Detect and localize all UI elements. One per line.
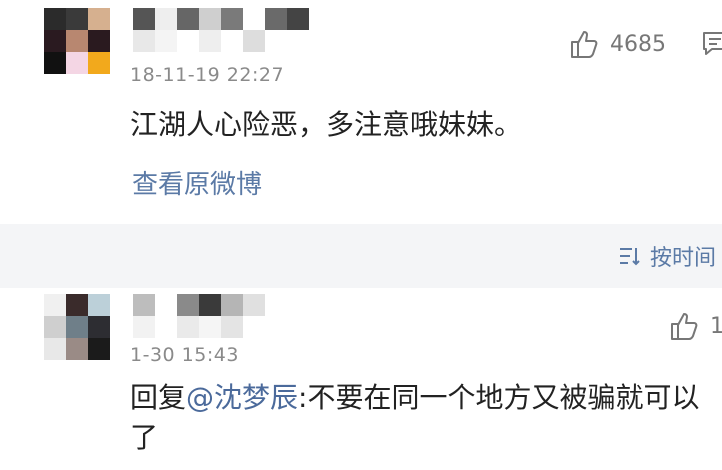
- comment-timestamp: 18-11-19 22:27: [130, 64, 285, 86]
- sort-label: 按时间: [650, 246, 717, 271]
- mention-link[interactable]: @沈梦辰: [186, 381, 298, 414]
- username-row-2: [133, 316, 243, 338]
- thumbs-up-icon: [571, 31, 598, 58]
- sort-icon: [620, 248, 640, 266]
- username[interactable]: [133, 294, 265, 316]
- like-button[interactable]: 4685: [568, 28, 666, 60]
- like-count: 1: [710, 313, 722, 339]
- comment-timestamp: 1-30 15:43: [130, 344, 239, 366]
- username[interactable]: [133, 8, 309, 30]
- avatar[interactable]: [44, 8, 110, 74]
- comment-text: 江湖人心险恶，多注意哦妹妹。: [130, 108, 523, 141]
- username-row-2: [133, 30, 265, 52]
- like-count: 4685: [610, 31, 666, 57]
- view-original-link[interactable]: 查看原微博: [132, 164, 262, 201]
- thumbs-up-icon: [671, 313, 698, 340]
- avatar[interactable]: [44, 294, 110, 360]
- like-button[interactable]: 1: [668, 310, 722, 342]
- sort-bar: [0, 224, 722, 288]
- reply-prefix: 回复: [130, 381, 187, 414]
- comment-icon[interactable]: [700, 30, 722, 58]
- sort-by-time-button[interactable]: 按时间: [618, 240, 716, 272]
- comment-text: 回复@沈梦辰:不要在同一个地方又被骗就可以了: [130, 378, 710, 458]
